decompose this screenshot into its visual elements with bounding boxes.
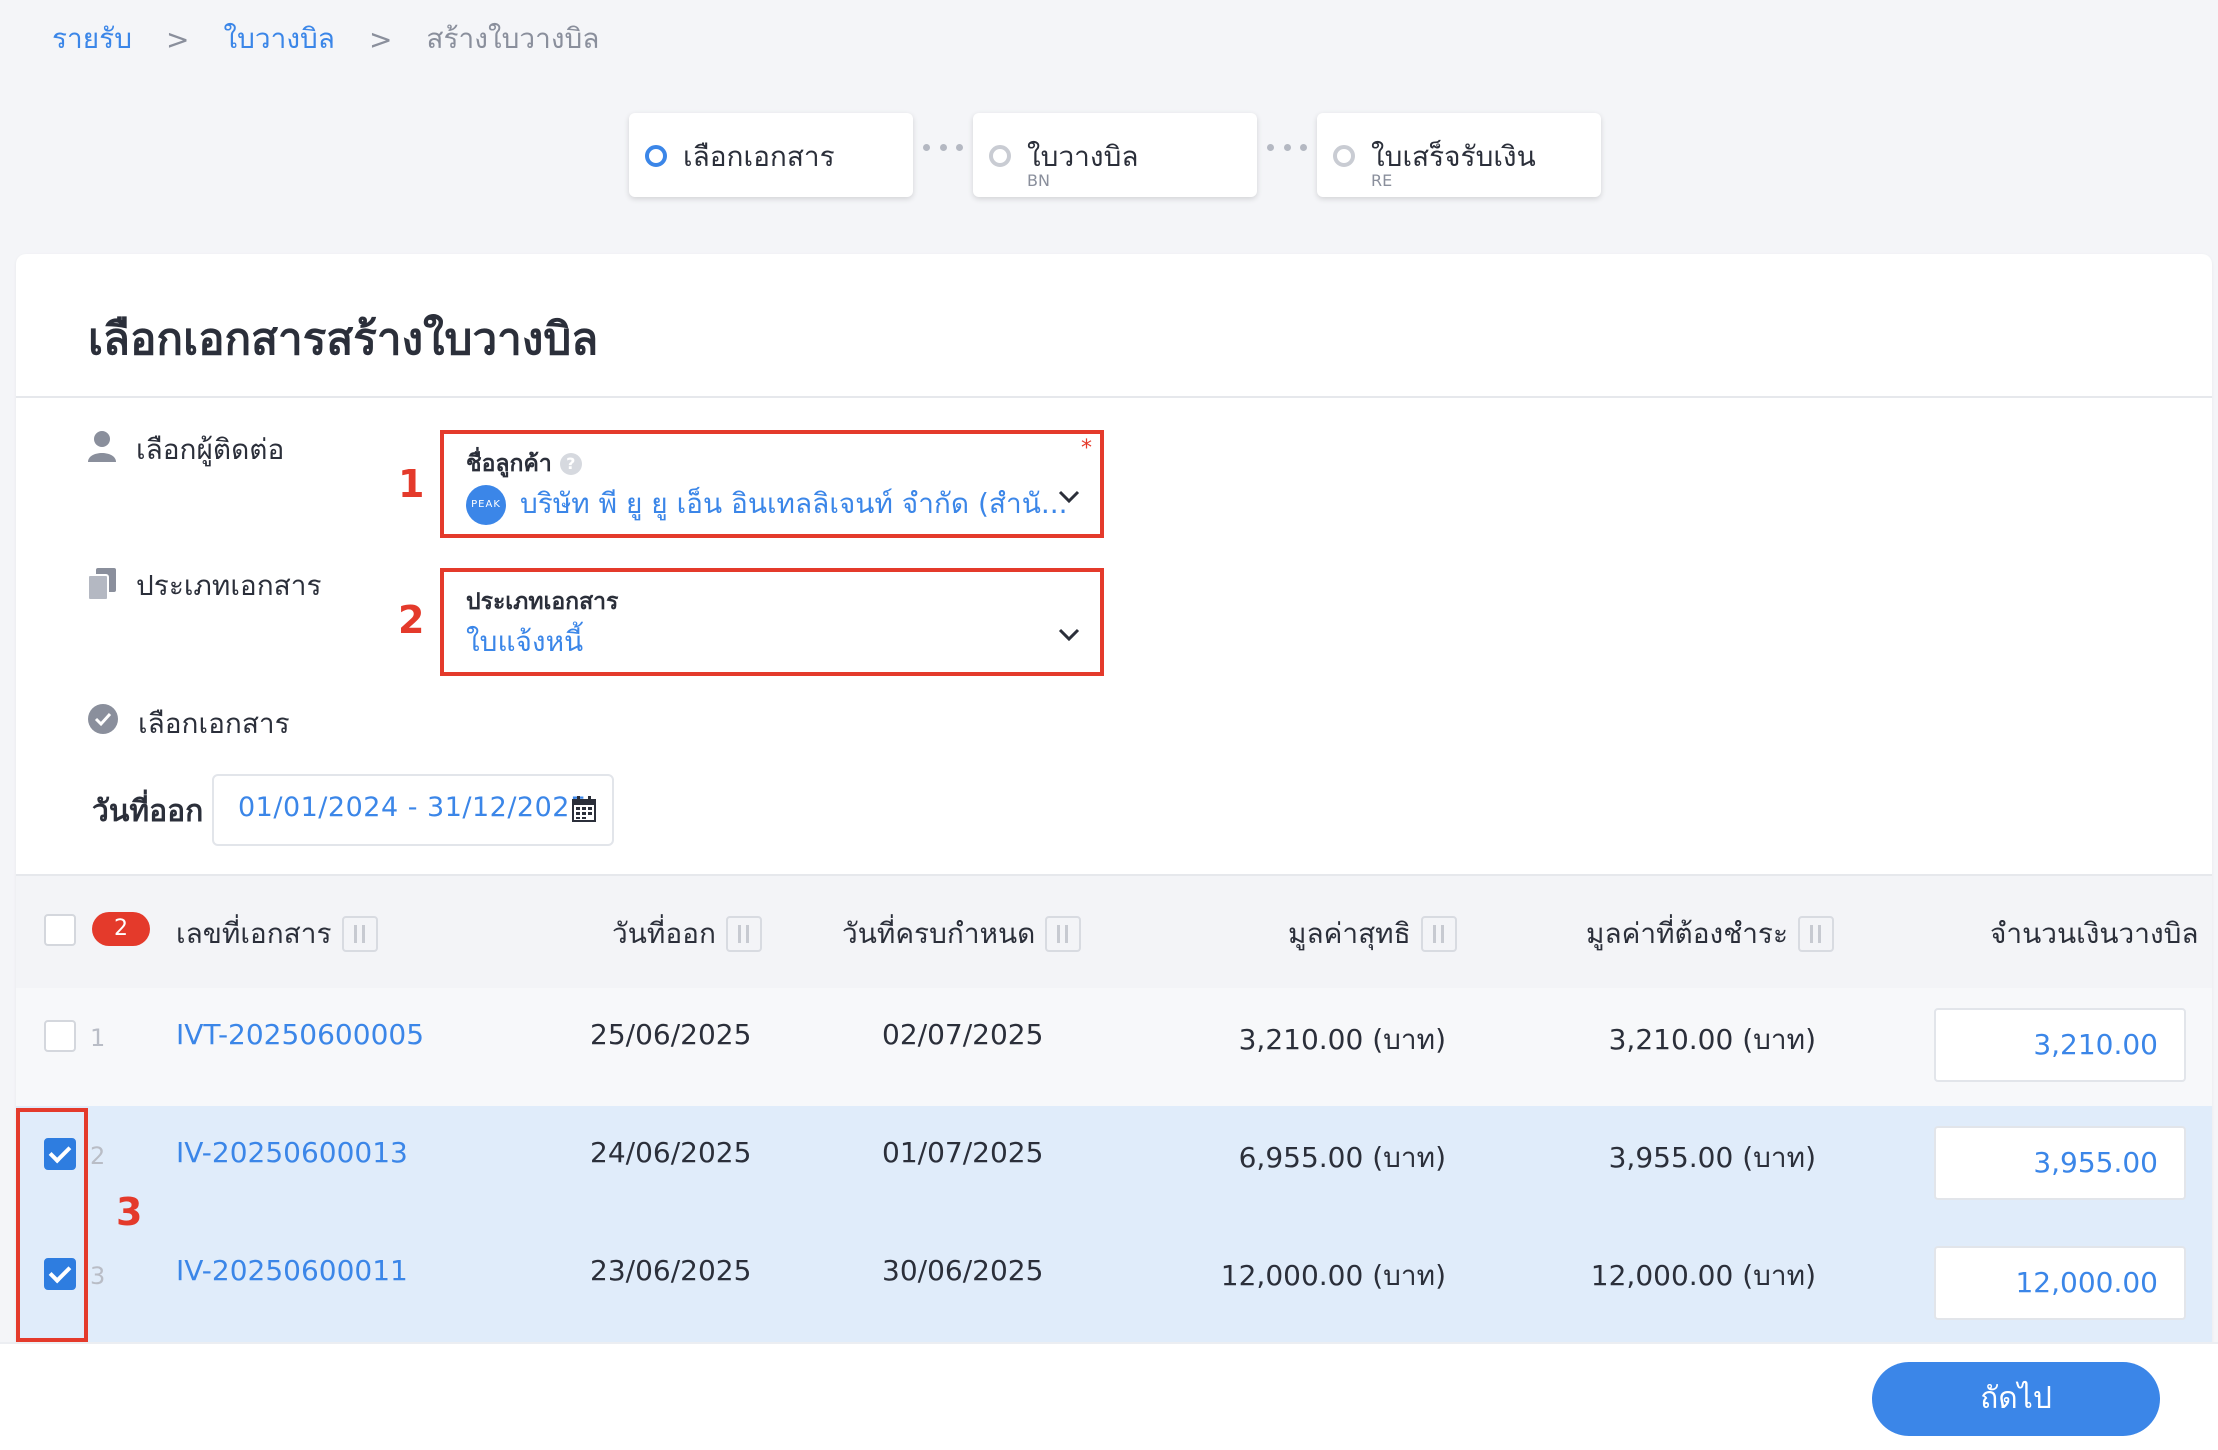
step-connector [1267,144,1307,151]
issue-date-cell: 24/06/2025 [590,1136,752,1169]
bill-amount-value: 12,000.00 [2015,1266,2158,1299]
issue-date-value: 01/01/2024 - 31/12/2025 [238,792,588,823]
sort-icon[interactable] [1045,916,1082,952]
col-net-value[interactable]: มูลค่าสุทธิ [1288,912,1457,956]
step-connector [923,144,963,151]
next-button[interactable]: ถัดไป [1872,1362,2160,1436]
doctype-field-label: ประเภทเอกสาร [466,589,619,615]
due-date-cell: 30/06/2025 [882,1254,1044,1287]
issue-date-cell: 23/06/2025 [590,1254,752,1287]
outstanding-cell: 3,210.00 (บาท) [1608,1023,1816,1056]
step-code: RE [1371,171,1393,190]
issue-date-range-input[interactable]: 01/01/2024 - 31/12/2025 [212,774,614,846]
chevron-down-icon [1058,490,1080,504]
person-icon [88,431,116,462]
select-docs-label: เลือกเอกสาร [138,707,290,740]
breadcrumb-separator: > [368,22,393,56]
row-index: 1 [90,1024,106,1052]
col-bill-amount: จำนวนเงินวางบิล [1990,917,2199,950]
annotation-1: 1 [398,462,425,506]
sort-icon[interactable] [341,916,378,952]
sort-icon[interactable] [725,916,762,952]
annotation-2: 2 [398,598,425,642]
col-due-date[interactable]: วันที่ครบกำหนด [842,912,1082,956]
doc-number-link[interactable]: IV-20250600013 [176,1136,408,1169]
annotation-3-highlight [16,1108,88,1342]
outstanding-cell: 12,000.00 (บาท) [1590,1259,1816,1292]
row-index: 2 [90,1142,106,1170]
bill-amount-input[interactable]: 3,210.00 [1934,1008,2186,1082]
customer-avatar: PEAK [466,485,506,525]
doctype-select[interactable]: ประเภทเอกสาร ใบแจ้งหนี้ [440,568,1104,676]
doc-number-link[interactable]: IV-20250600011 [176,1254,408,1287]
net-value-cell: 12,000.00 (บาท) [1220,1259,1446,1292]
required-marker: * [1081,436,1092,461]
issue-date-label: วันที่ออก [92,794,204,829]
page-title: เลือกเอกสารสร้างใบวางบิล [88,314,599,365]
help-icon[interactable]: ? [559,453,582,475]
sort-icon[interactable] [1420,916,1457,952]
chevron-down-icon [1058,628,1080,642]
breadcrumb-income-link[interactable]: รายรับ [52,17,132,61]
check-circle-icon [88,704,118,734]
step-billing-note[interactable]: ใบวางบิล BN [973,113,1257,197]
bill-amount-value: 3,955.00 [2033,1146,2158,1179]
customer-field-label: ชื่อลูกค้า? [466,446,582,482]
bill-amount-value: 3,210.00 [2033,1028,2158,1061]
selected-count-badge: 2 [92,912,150,946]
step-select-documents[interactable]: เลือกเอกสาร [629,113,913,197]
customer-select[interactable]: ชื่อลูกค้า? * PEAK บริษัท พี ยู ยู เอ็น อ… [440,430,1104,538]
doctype-value: ใบแจ้งหนี้ [466,625,584,658]
sort-icon[interactable] [1798,916,1835,952]
documents-icon [88,568,116,600]
due-date-cell: 02/07/2025 [882,1018,1044,1051]
outstanding-cell: 3,955.00 (บาท) [1608,1141,1816,1174]
customer-value: PEAK บริษัท พี ยู ยู เอ็น อินเทลลิเจนท์ จ… [466,482,1068,526]
doc-number-link[interactable]: IVT-20250600005 [176,1018,424,1051]
breadcrumb-separator: > [165,22,190,56]
select-all-checkbox[interactable] [44,914,76,946]
step-radio-icon [1333,145,1355,167]
step-label: ใบเสร็จรับเงิน [1371,140,1536,173]
col-outstanding[interactable]: มูลค่าที่ต้องชำระ [1586,912,1835,956]
due-date-cell: 01/07/2025 [882,1136,1044,1169]
step-receipt[interactable]: ใบเสร็จรับเงิน RE [1317,113,1601,197]
step-radio-icon [989,145,1011,167]
row-checkbox[interactable] [44,1020,76,1052]
doctype-label: ประเภทเอกสาร [136,569,322,602]
col-issue-date[interactable]: วันที่ออก [612,912,762,956]
issue-date-cell: 25/06/2025 [590,1018,752,1051]
net-value-cell: 6,955.00 (บาท) [1238,1141,1446,1174]
step-code: BN [1027,171,1050,190]
col-doc-no[interactable]: เลขที่เอกสาร [176,912,378,956]
step-radio-icon [645,145,667,167]
annotation-3: 3 [116,1190,143,1234]
contact-label: เลือกผู้ติดต่อ [136,433,285,466]
calendar-icon[interactable] [572,796,596,822]
step-label: เลือกเอกสาร [683,140,835,173]
bill-amount-input[interactable]: 3,955.00 [1934,1126,2186,1200]
bill-amount-input[interactable]: 12,000.00 [1934,1246,2186,1320]
breadcrumb-current: สร้างใบวางบิล [426,22,600,55]
net-value-cell: 3,210.00 (บาท) [1238,1023,1446,1056]
breadcrumb-billing-link[interactable]: ใบวางบิล [223,17,335,61]
title-divider [16,396,2212,398]
breadcrumb: รายรับ > ใบวางบิล > สร้างใบวางบิล [52,14,599,64]
row-index: 3 [90,1262,106,1290]
